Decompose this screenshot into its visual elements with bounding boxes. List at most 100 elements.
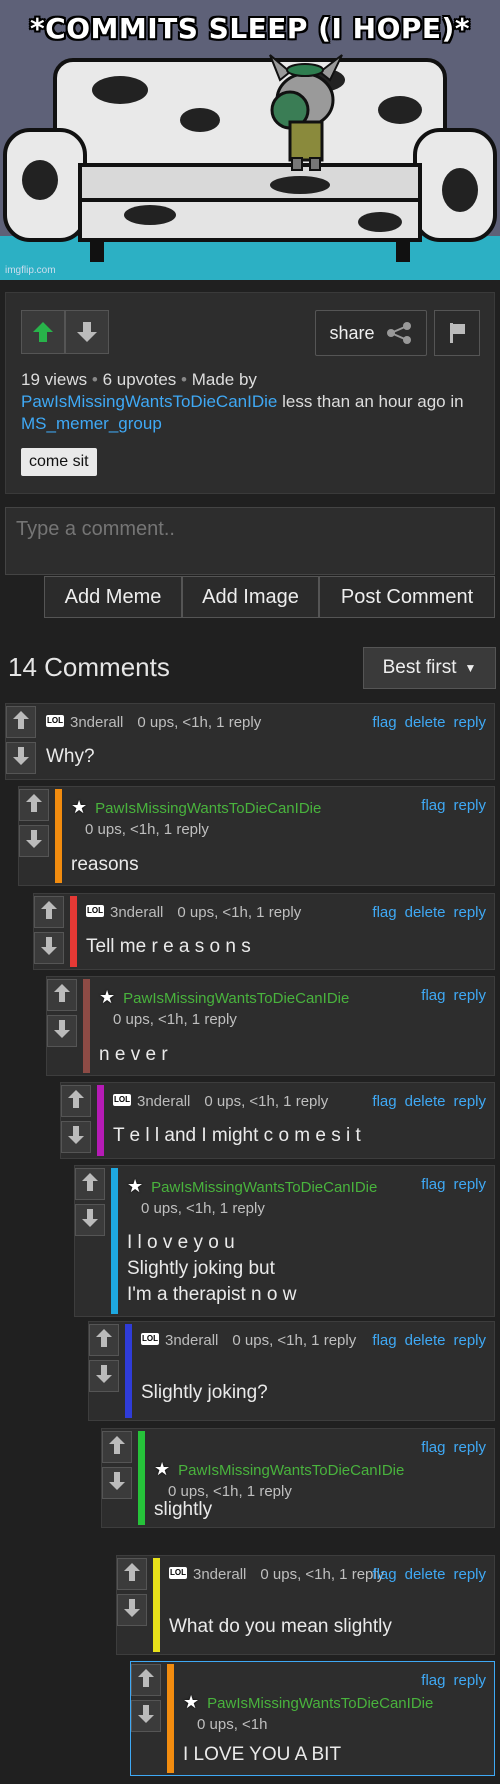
comment-username[interactable]: 3nderall bbox=[110, 904, 163, 921]
comment-downvote-button[interactable] bbox=[61, 1121, 91, 1153]
post-comment-button[interactable]: Post Comment bbox=[319, 576, 495, 618]
add-meme-button[interactable]: Add Meme bbox=[44, 576, 182, 618]
reply-link[interactable]: reply bbox=[453, 1176, 486, 1193]
arrow-up-icon bbox=[53, 983, 71, 1007]
comment-text: I l o v e y o u Slightly joking but I'm … bbox=[127, 1232, 297, 1305]
sort-label: Best first bbox=[382, 657, 457, 678]
comment: ★ PawIsMissingWantsToDieCanIDie 0 ups, <1h… bbox=[74, 1165, 495, 1317]
comment-downvote-button[interactable] bbox=[34, 932, 64, 964]
reply-link[interactable]: reply bbox=[453, 1332, 486, 1349]
meme-watermark: imgflip.com bbox=[5, 265, 56, 276]
comment-username[interactable]: PawIsMissingWantsToDieCanIDie bbox=[178, 1462, 404, 1479]
comment-upvote-button[interactable] bbox=[131, 1664, 161, 1696]
comment-username[interactable]: PawIsMissingWantsToDieCanIDie bbox=[151, 1179, 377, 1196]
delete-link[interactable]: delete bbox=[405, 1093, 446, 1110]
comment-downvote-button[interactable] bbox=[117, 1594, 147, 1626]
flag-link[interactable]: flag bbox=[421, 797, 445, 814]
comment-header: ★ PawIsMissingWantsToDieCanIDie bbox=[154, 1459, 404, 1480]
meme-caption: *COMMITS SLEEP (I HOPE)* bbox=[30, 12, 470, 45]
comment: LOL 3nderall 0 ups, <1h, 1 reply flag delete… bbox=[60, 1082, 495, 1159]
delete-link[interactable]: delete bbox=[405, 1332, 446, 1349]
reply-link[interactable]: reply bbox=[453, 1672, 486, 1689]
reply-link[interactable]: reply bbox=[453, 904, 486, 921]
comment-username[interactable]: PawIsMissingWantsToDieCanIDie bbox=[207, 1695, 433, 1712]
reply-link[interactable]: reply bbox=[453, 1439, 486, 1456]
flag-post-button[interactable] bbox=[434, 310, 480, 356]
flag-link[interactable]: flag bbox=[421, 1672, 445, 1689]
comment-actions: flag delete reply bbox=[364, 904, 486, 921]
comment-meta: 0 ups, <1h, 1 reply bbox=[85, 821, 209, 838]
arrow-up-icon bbox=[108, 1435, 126, 1459]
comment-actions: flag delete reply bbox=[364, 1093, 486, 1110]
post-stats: 19 views • 6 upvotes • Made by PawIsMiss… bbox=[21, 370, 464, 433]
downvote-button[interactable] bbox=[65, 310, 109, 354]
delete-link[interactable]: delete bbox=[405, 714, 446, 731]
reply-link[interactable]: reply bbox=[453, 1093, 486, 1110]
comment-upvote-button[interactable] bbox=[19, 789, 49, 821]
flag-link[interactable]: flag bbox=[372, 1332, 396, 1349]
lol-badge-icon: LOL bbox=[46, 715, 64, 728]
comment-username[interactable]: PawIsMissingWantsToDieCanIDie bbox=[95, 800, 321, 817]
comment-upvote-button[interactable] bbox=[89, 1324, 119, 1356]
flag-link[interactable]: flag bbox=[421, 987, 445, 1004]
flag-link[interactable]: flag bbox=[372, 1093, 396, 1110]
comment-downvote-button[interactable] bbox=[75, 1204, 105, 1236]
flag-link[interactable]: flag bbox=[421, 1176, 445, 1193]
comment-meta-row: 0 ups, <1h bbox=[197, 1716, 267, 1733]
flag-link[interactable]: flag bbox=[372, 714, 396, 731]
comment-meta-row: 0 ups, <1h, 1 reply bbox=[113, 1011, 237, 1028]
comment-actions: flag reply bbox=[413, 1176, 486, 1193]
comment-downvote-button[interactable] bbox=[131, 1700, 161, 1732]
reply-link[interactable]: reply bbox=[453, 1566, 486, 1583]
post-info-panel: share 19 views • 6 upvotes • Made by Paw… bbox=[5, 292, 495, 494]
lol-badge-icon: LOL bbox=[141, 1333, 159, 1346]
upvotes-count: 6 upvotes bbox=[102, 370, 177, 389]
reply-link[interactable]: reply bbox=[453, 714, 486, 731]
reply-link[interactable]: reply bbox=[453, 797, 486, 814]
share-button[interactable]: share bbox=[315, 310, 427, 356]
comment-upvote-button[interactable] bbox=[117, 1558, 147, 1590]
comment-upvote-button[interactable] bbox=[47, 979, 77, 1011]
comment-input[interactable] bbox=[5, 507, 495, 575]
comment-downvote-button[interactable] bbox=[6, 742, 36, 774]
comment-downvote-button[interactable] bbox=[89, 1360, 119, 1392]
comment-downvote-button[interactable] bbox=[47, 1015, 77, 1047]
comment-upvote-button[interactable] bbox=[61, 1085, 91, 1117]
comment-text: Why? bbox=[46, 746, 95, 767]
delete-link[interactable]: delete bbox=[405, 904, 446, 921]
comments-count: 14 Comments bbox=[8, 652, 170, 682]
reply-link[interactable]: reply bbox=[453, 987, 486, 1004]
stream-link[interactable]: MS_memer_group bbox=[21, 414, 162, 433]
comment-username[interactable]: PawIsMissingWantsToDieCanIDie bbox=[123, 990, 349, 1007]
comment-actions: flag delete reply bbox=[364, 714, 486, 731]
comment-username[interactable]: 3nderall bbox=[193, 1566, 246, 1583]
comment-header: ★ PawIsMissingWantsToDieCanIDie bbox=[71, 797, 321, 818]
comment-username[interactable]: 3nderall bbox=[165, 1332, 218, 1349]
comment-upvote-button[interactable] bbox=[75, 1168, 105, 1200]
sort-dropdown[interactable]: Best first ▼ bbox=[363, 647, 496, 689]
comment-downvote-button[interactable] bbox=[102, 1467, 132, 1499]
lol-badge-icon: LOL bbox=[113, 1094, 131, 1107]
op-star-icon: ★ bbox=[71, 797, 88, 817]
author-link[interactable]: PawIsMissingWantsToDieCanIDie bbox=[21, 392, 277, 411]
flag-link[interactable]: flag bbox=[421, 1439, 445, 1456]
comment-upvote-button[interactable] bbox=[102, 1431, 132, 1463]
comment: LOL 3nderall 0 ups, <1h, 1 reply flag delete… bbox=[88, 1321, 495, 1421]
comment-upvote-button[interactable] bbox=[34, 896, 64, 928]
comment-username[interactable]: 3nderall bbox=[137, 1093, 190, 1110]
delete-link[interactable]: delete bbox=[405, 1566, 446, 1583]
tag-come-sit[interactable]: come sit bbox=[21, 448, 97, 476]
arrow-down-icon bbox=[137, 1704, 155, 1728]
comment-text: slightly bbox=[154, 1499, 213, 1520]
flag-link[interactable]: flag bbox=[372, 904, 396, 921]
comment-downvote-button[interactable] bbox=[19, 825, 49, 857]
comment-upvote-button[interactable] bbox=[6, 706, 36, 738]
comment-username[interactable]: 3nderall bbox=[70, 714, 123, 731]
add-image-button[interactable]: Add Image bbox=[182, 576, 319, 618]
arrow-down-icon bbox=[81, 1208, 99, 1232]
comment-text: I LOVE YOU A BIT bbox=[183, 1744, 342, 1765]
flag-link[interactable]: flag bbox=[372, 1566, 396, 1583]
comment-meta-row: 0 ups, <1h, 1 reply bbox=[85, 821, 209, 838]
upvote-button[interactable] bbox=[21, 310, 65, 354]
arrow-down-icon bbox=[67, 1125, 85, 1149]
